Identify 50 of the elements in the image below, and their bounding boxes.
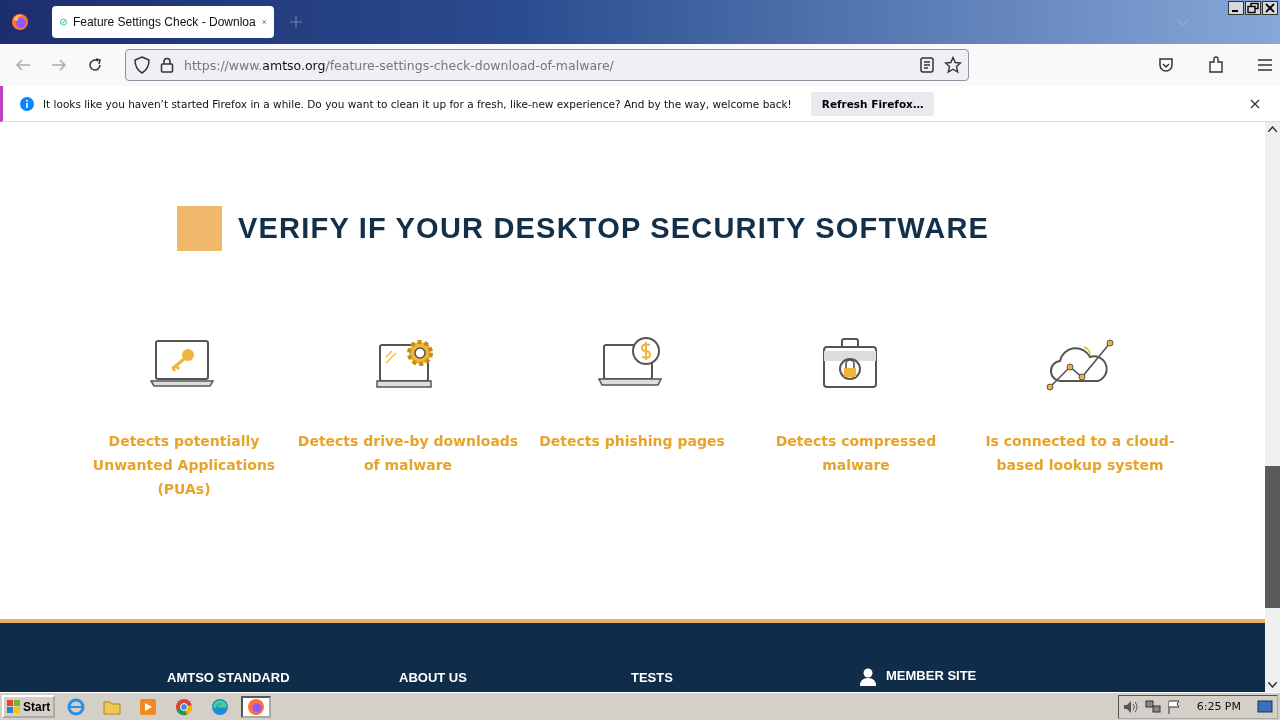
footer-link[interactable]: ABOUT US: [399, 670, 467, 685]
feature-label: Detects phishing pages: [538, 432, 726, 451]
firefox-icon[interactable]: [10, 12, 30, 32]
puzzle-icon[interactable]: [1208, 56, 1224, 74]
feature-label: Detects compressed malware: [774, 432, 938, 475]
scroll-thumb[interactable]: [1265, 466, 1280, 608]
shield-icon[interactable]: [134, 56, 150, 74]
footer-link[interactable]: TESTS: [631, 670, 673, 685]
refresh-button[interactable]: Refresh Firefox…: [810, 91, 935, 116]
reader-view-icon[interactable]: [920, 57, 934, 73]
speaker-icon[interactable]: [1122, 699, 1139, 714]
show-desktop-icon[interactable]: [1257, 699, 1273, 714]
chrome-icon: [175, 697, 194, 716]
address-bar[interactable]: https://www.amtso.org/feature-settings-check-download-of-malware/: [125, 49, 969, 81]
star-icon[interactable]: [944, 56, 962, 74]
browser-tab[interactable]: Feature Settings Check - Downloa: [52, 6, 274, 38]
scroll-up-icon[interactable]: [1268, 126, 1277, 132]
clock: 6:25 PM: [1196, 700, 1241, 713]
url-text[interactable]: https://www.amtso.org/feature-settings-check-download-of-malware/: [184, 57, 614, 73]
reload-icon[interactable]: [87, 57, 103, 73]
close-icon[interactable]: [1250, 98, 1260, 109]
media-player-icon: [139, 697, 158, 716]
close-icon[interactable]: [1262, 1, 1278, 15]
cloud-graph-icon: [1046, 337, 1114, 391]
edge-icon: [211, 697, 230, 716]
taskbar-app[interactable]: [241, 695, 272, 718]
network-icon[interactable]: [1144, 699, 1161, 714]
windows-logo-icon: [7, 699, 21, 714]
tab-title: Feature Settings Check - Downloa: [72, 15, 256, 29]
lock-icon[interactable]: [160, 57, 174, 73]
restore-icon[interactable]: [1245, 1, 1261, 15]
feature-label: Detects drive-by downloads of malware: [297, 432, 519, 475]
menu-icon[interactable]: [1258, 59, 1272, 71]
flag-icon[interactable]: [1166, 699, 1181, 714]
footer-link[interactable]: AMTSO STANDARD: [167, 670, 290, 685]
accent-square: [177, 206, 222, 251]
info-icon: [20, 96, 34, 111]
start-button[interactable]: Start: [2, 695, 56, 718]
feature-label: Is connected to a cloud-based lookup system: [984, 432, 1176, 475]
section-heading: VERIFY IF YOUR DESKTOP SECURITY SOFTWARE: [238, 212, 990, 245]
pocket-icon[interactable]: [1158, 57, 1174, 73]
notification-message: It looks like you haven’t started Firefox in a while. Do you want to clean it up for a fresh, like-new experience? And by the way, welcome back!: [43, 97, 792, 110]
firefox-icon: [247, 697, 266, 716]
scroll-down-icon[interactable]: [1268, 682, 1277, 688]
feature-label: Detects potentially Unwanted Applications (PUAs): [91, 432, 277, 499]
user-icon: [860, 668, 876, 686]
scrollbar[interactable]: [1265, 122, 1280, 692]
minimize-icon[interactable]: [1228, 1, 1244, 15]
browser-e-icon: [67, 697, 86, 716]
footer-link[interactable]: MEMBER SITE: [886, 668, 977, 683]
